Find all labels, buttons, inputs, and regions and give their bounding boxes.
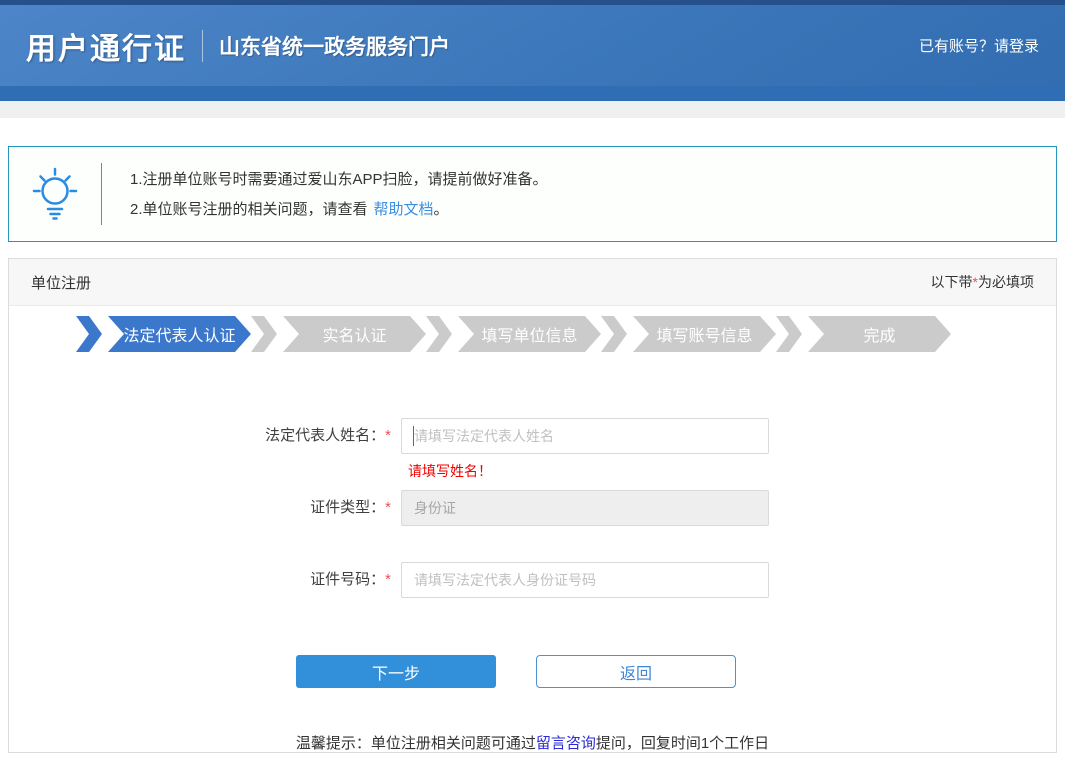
warm-tip: 温馨提示：单位注册相关问题可通过留言咨询提问，回复时间1个工作日 (9, 732, 1056, 753)
warm-tip-prefix: 温馨提示：单位注册相关问题可通过 (296, 735, 536, 752)
registration-panel: 单位注册 以下带*为必填项 法定代表人认证 实名认证 填写单位信息 填写账号信息… (8, 258, 1057, 753)
step-progress-bar: 法定代表人认证 实名认证 填写单位信息 填写账号信息 完成 (9, 316, 1056, 352)
help-doc-link[interactable]: 帮助文档 (374, 201, 434, 218)
step-account-info: 填写账号信息 (601, 316, 776, 352)
step-label: 法定代表人认证 (108, 316, 251, 352)
required-star: * (385, 427, 391, 444)
notice-line-2-text: 2.单位账号注册的相关问题，请查看 (130, 201, 368, 218)
input-wrap (401, 490, 769, 526)
form-row-legal-rep-name: 法定代表人姓名：* (9, 418, 1056, 454)
step-label: 填写账号信息 (633, 316, 776, 352)
notice-line-2: 2.单位账号注册的相关问题，请查看帮助文档。 (130, 199, 548, 220)
field-label-text: 证件号码： (310, 571, 385, 588)
notice-text: 1.注册单位账号时需要通过爱山东APP扫脸，请提前做好准备。 2.单位账号注册的… (102, 165, 548, 224)
input-wrap (401, 418, 769, 454)
step-unit-info: 填写单位信息 (426, 316, 601, 352)
header-bottom-strip (0, 86, 1065, 101)
step-label: 完成 (808, 316, 951, 352)
notice-icon-area (9, 147, 101, 241)
field-label-text: 法定代表人姓名： (265, 427, 385, 444)
form-row-cert-number: 证件号码：* (9, 562, 1056, 598)
required-note: 以下带*为必填项 (931, 272, 1034, 292)
step-label: 填写单位信息 (458, 316, 601, 352)
input-wrap (401, 562, 769, 598)
header-shadow-strip (0, 101, 1065, 118)
form-row-cert-type: 证件类型：* (9, 490, 1056, 526)
notice-line-2-period: 。 (434, 201, 449, 218)
step-chevron-icon (601, 316, 627, 352)
step-label: 实名认证 (283, 316, 426, 352)
lightbulb-icon (31, 166, 79, 222)
step-chevron-icon (426, 316, 452, 352)
panel-header: 单位注册 以下带*为必填项 (9, 259, 1056, 306)
notice-line-1: 1.注册单位账号时需要通过爱山东APP扫脸，请提前做好准备。 (130, 169, 548, 190)
panel-title: 单位注册 (31, 272, 91, 293)
form-buttons: 下一步 返回 (296, 655, 1056, 688)
registration-form: 法定代表人姓名：* 请填写姓名！ 证件类型：* 证件号码：* (9, 418, 1056, 753)
step-complete: 完成 (776, 316, 951, 352)
page-header: 用户通行证 山东省统一政务服务门户 已有账号？请登录 (0, 0, 1065, 118)
name-error-message: 请填写姓名！ (408, 461, 1056, 479)
step-chevron-icon (776, 316, 802, 352)
login-link[interactable]: 已有账号？请登录 (919, 35, 1039, 56)
brand-title: 用户通行证 (26, 24, 186, 68)
next-step-button[interactable]: 下一步 (296, 655, 496, 688)
header-main: 用户通行证 山东省统一政务服务门户 已有账号？请登录 (0, 5, 1065, 86)
step-real-name-auth: 实名认证 (251, 316, 426, 352)
step-chevron-icon (251, 316, 277, 352)
warm-tip-suffix: 提问，回复时间1个工作日 (596, 735, 769, 752)
step-chevron-icon (76, 316, 102, 352)
text-caret (413, 426, 414, 446)
required-note-suffix: 为必填项 (978, 274, 1034, 290)
field-label: 证件类型：* (9, 490, 401, 526)
brand-divider (202, 30, 203, 62)
notice-box: 1.注册单位账号时需要通过爱山东APP扫脸，请提前做好准备。 2.单位账号注册的… (8, 146, 1057, 242)
required-star: * (385, 571, 391, 588)
field-label: 法定代表人姓名：* (9, 418, 401, 454)
field-label-text: 证件类型： (310, 499, 385, 516)
portal-subtitle: 山东省统一政务服务门户 (219, 31, 450, 61)
step-legal-rep-auth: 法定代表人认证 (76, 316, 251, 352)
cert-type-input (401, 490, 769, 526)
back-button[interactable]: 返回 (536, 655, 736, 688)
message-consult-link[interactable]: 留言咨询 (536, 735, 596, 752)
required-star: * (385, 499, 391, 516)
legal-rep-name-input[interactable] (401, 418, 769, 454)
cert-number-input[interactable] (401, 562, 769, 598)
field-label: 证件号码：* (9, 562, 401, 598)
required-note-prefix: 以下带 (931, 274, 973, 290)
